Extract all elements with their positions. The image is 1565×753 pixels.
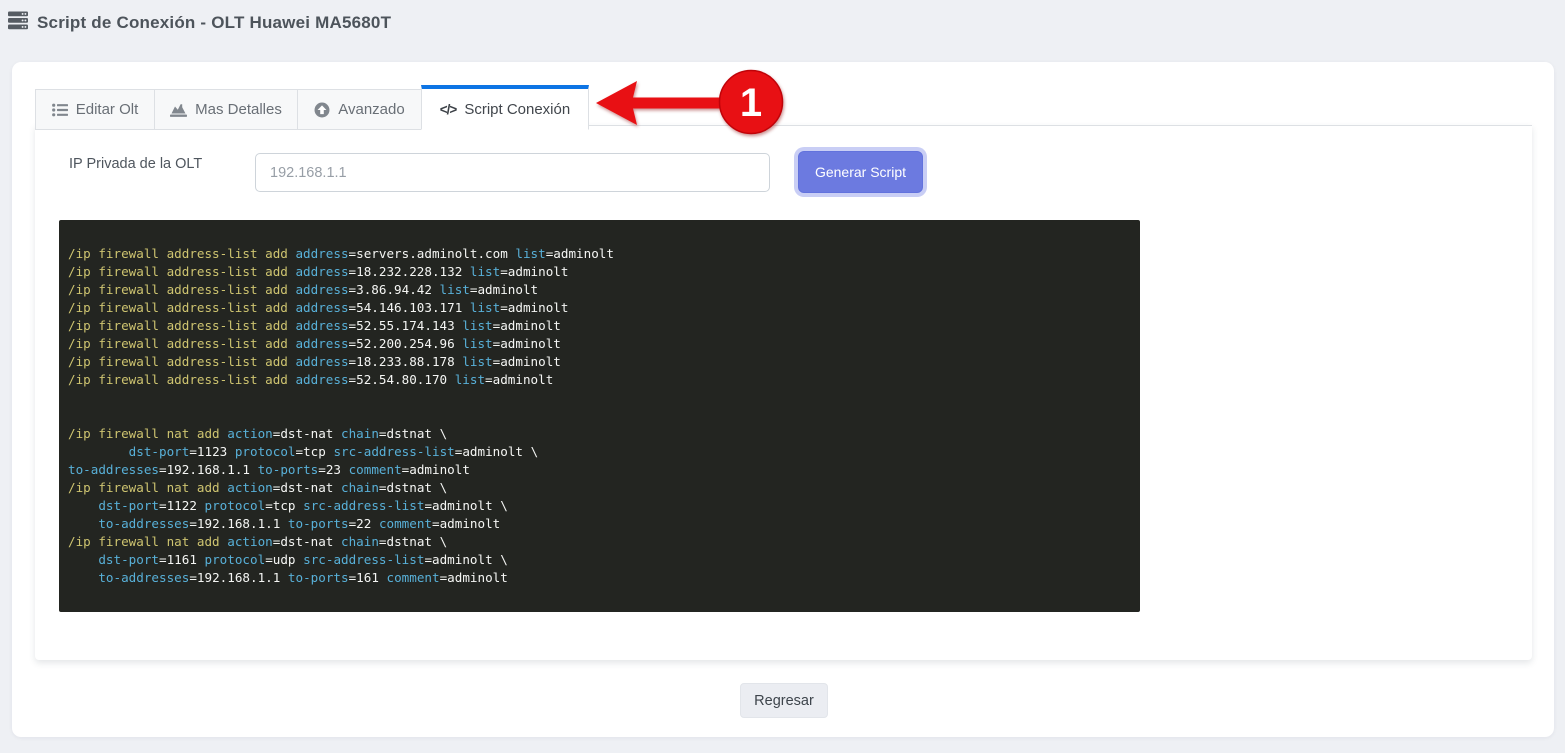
tab-editar-olt[interactable]: Editar Olt — [35, 89, 155, 130]
tab-mas-detalles[interactable]: Mas Detalles — [154, 89, 298, 130]
arrow-circle-up-icon — [314, 102, 330, 118]
tab-label: Editar Olt — [75, 101, 139, 118]
server-icon — [8, 11, 28, 35]
ip-input[interactable] — [255, 153, 770, 192]
back-button[interactable]: Regresar — [740, 683, 828, 718]
script-output: /ip firewall address-list add address=se… — [59, 220, 1140, 612]
content-card: Editar Olt Mas Detalles Avanzado </> Scr… — [12, 62, 1554, 737]
tab-bar: Editar Olt Mas Detalles Avanzado </> Scr… — [35, 85, 1532, 130]
chart-area-icon — [170, 103, 188, 117]
ip-field-label: IP Privada de la OLT — [69, 156, 203, 172]
generate-script-button[interactable]: Generar Script — [798, 151, 923, 193]
tab-label: Mas Detalles — [195, 101, 282, 118]
tab-label: Script Conexión — [464, 100, 571, 118]
page-title: Script de Conexión - OLT Huawei MA5680T — [37, 13, 392, 32]
list-icon — [51, 103, 68, 117]
tab-label: Avanzado — [338, 101, 405, 118]
page-header: Script de Conexión - OLT Huawei MA5680T — [8, 11, 391, 35]
tab-script-conexion[interactable]: </> Script Conexión — [421, 85, 589, 130]
tab-avanzado[interactable]: Avanzado — [297, 89, 422, 130]
tab-content-panel: IP Privada de la OLT Generar Script /ip … — [35, 125, 1532, 660]
code-icon: </> — [439, 101, 458, 117]
